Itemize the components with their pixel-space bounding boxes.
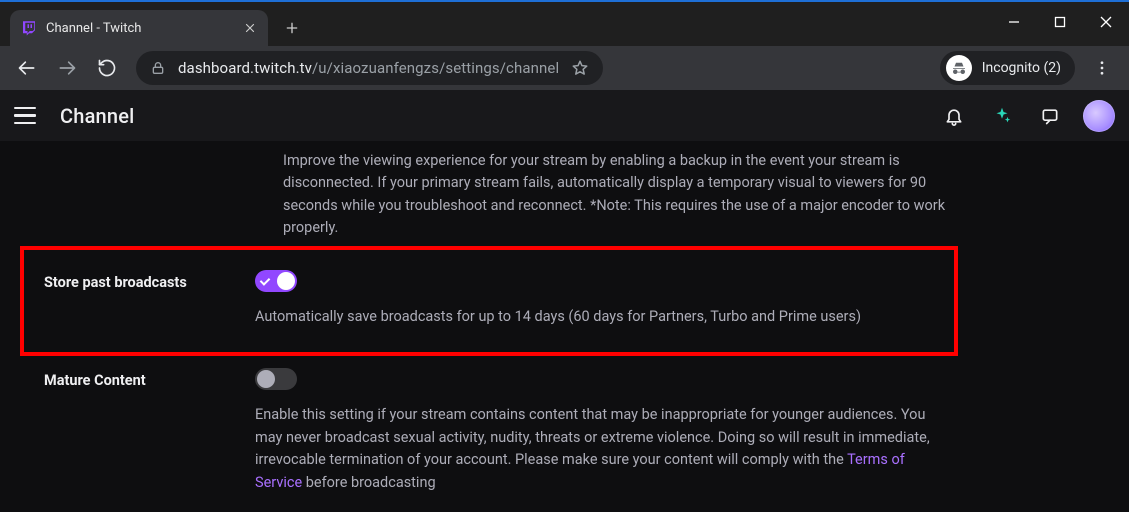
setting-description: Automatically save broadcasts for up to … — [255, 306, 950, 328]
setting-mature-content: Mature Content Enable this setting if yo… — [30, 348, 950, 512]
incognito-indicator[interactable]: Incognito (2) — [940, 51, 1075, 85]
setting-store-past-broadcasts: Store past broadcasts Automatically save… — [30, 250, 950, 348]
url-text: dashboard.twitch.tv/u/xiaozuanfengzs/set… — [178, 59, 559, 77]
setting-description: Enable this setting if your stream conta… — [255, 404, 950, 494]
twitch-favicon-icon — [20, 19, 38, 37]
window-controls — [991, 2, 1129, 42]
incognito-label: Incognito (2) — [982, 60, 1061, 76]
back-button[interactable] — [10, 51, 44, 85]
address-bar[interactable]: dashboard.twitch.tv/u/xiaozuanfengzs/set… — [136, 51, 603, 85]
page-title: Channel — [60, 104, 134, 128]
settings-content: Improve the viewing experience for your … — [0, 142, 1129, 512]
window-minimize-button[interactable] — [991, 6, 1037, 38]
bookmark-star-icon[interactable] — [571, 59, 589, 77]
tab-close-button[interactable] — [242, 20, 258, 36]
browser-tabstrip: Channel - Twitch — [0, 2, 1129, 46]
twitch-topnav: Channel — [0, 90, 1129, 142]
new-tab-button[interactable] — [278, 14, 306, 42]
chat-icon[interactable] — [1035, 101, 1065, 131]
hamburger-menu-button[interactable] — [14, 102, 42, 130]
setting-label: Store past broadcasts — [30, 270, 255, 328]
tab-title: Channel - Twitch — [46, 21, 234, 36]
window-close-button[interactable] — [1083, 6, 1129, 38]
lock-icon — [150, 60, 166, 76]
mature-content-toggle[interactable] — [255, 368, 297, 390]
reload-button[interactable] — [90, 51, 124, 85]
browser-toolbar: dashboard.twitch.tv/u/xiaozuanfengzs/set… — [0, 46, 1129, 90]
incognito-icon — [946, 55, 972, 81]
sparkle-icon[interactable] — [987, 101, 1017, 131]
window-maximize-button[interactable] — [1037, 6, 1083, 38]
browser-tab-active[interactable]: Channel - Twitch — [10, 10, 268, 46]
notifications-icon[interactable] — [939, 101, 969, 131]
forward-button[interactable] — [50, 51, 84, 85]
disconnect-protection-description: Improve the viewing experience for your … — [30, 142, 950, 250]
store-past-broadcasts-toggle[interactable] — [255, 270, 297, 292]
setting-label: Mature Content — [30, 368, 255, 494]
avatar[interactable] — [1083, 100, 1115, 132]
browser-menu-button[interactable] — [1085, 51, 1119, 85]
